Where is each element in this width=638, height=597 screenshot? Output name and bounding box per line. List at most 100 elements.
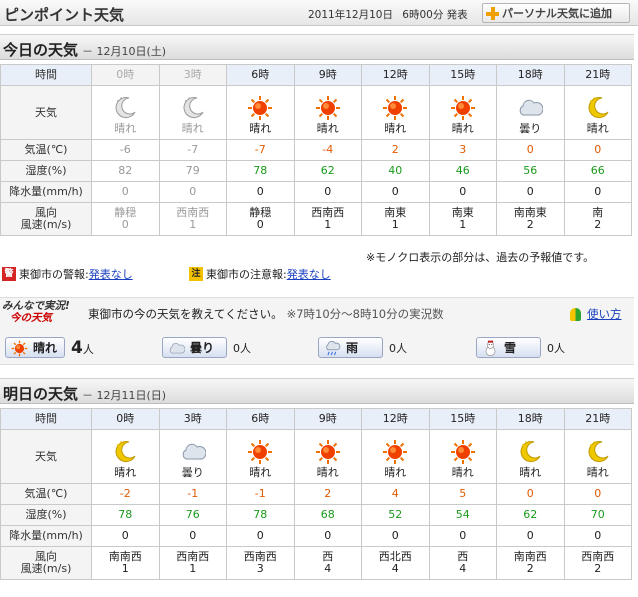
- weather-text: 曇り: [181, 465, 204, 479]
- humidity-value: 70: [590, 508, 605, 521]
- tomorrow-humidity-cell: 68: [293, 504, 362, 526]
- today-humidity-cell: 46: [428, 160, 497, 182]
- humidity-value: 78: [118, 508, 133, 521]
- today-rain-cell: 0: [158, 181, 227, 203]
- tomorrow-humidity-cell: 76: [158, 504, 227, 526]
- today-temp-cell: 0: [563, 139, 632, 161]
- issued-date: 2011年12月10日: [308, 9, 393, 21]
- wind-speed: 2: [594, 562, 602, 575]
- tomorrow-row-rain: 降水量(mm/h) 0 0 0 0 0 0 0 0: [0, 525, 632, 547]
- live-report-prompt: 東御市の今の天気を教えてください。 ※7時10分～8時10分の実況数: [88, 306, 444, 322]
- temp-value: -4: [322, 143, 334, 156]
- today-rain-cell: 0: [293, 181, 362, 203]
- tomorrow-temp-cell: -1: [226, 483, 295, 505]
- today-row-hours: 時間 0時 3時 6時 9時 12時 15時 18時 21時: [0, 64, 632, 86]
- vote-cloudy: 曇り 0人: [162, 337, 251, 358]
- sun-icon: [315, 439, 341, 465]
- weather-text: 晴れ: [181, 121, 204, 135]
- today-wind-cell: 西南西 1: [158, 202, 227, 236]
- today-rain-cell: 0: [428, 181, 497, 203]
- tomorrow-wind-cell: 西南西 1: [158, 546, 227, 580]
- tomorrow-wind-cell: 西4: [428, 546, 497, 580]
- weather-text: 晴れ: [586, 121, 609, 135]
- today-weather-cell: 晴れ: [563, 85, 632, 140]
- tomorrow-row-hum: 湿度(%) 78 76 78 68 52 54 62 70: [0, 504, 632, 526]
- today-rain-cell: 0: [496, 181, 565, 203]
- issued-time: 2011年12月10日 6時00分 発表: [308, 7, 474, 22]
- moon-icon: [180, 95, 206, 121]
- today-weather-cell: 晴れ: [226, 85, 295, 140]
- tomorrow-humidity-cell: 62: [496, 504, 565, 526]
- weather-text: 晴れ: [249, 121, 272, 135]
- tomorrow-weather-cell: 曇り: [158, 429, 227, 484]
- weather-text: 晴れ: [114, 465, 137, 479]
- add-personal-weather-button[interactable]: パーソナル天気に追加: [482, 3, 630, 23]
- label-wind-speed: 風速(m/s): [20, 562, 72, 575]
- advisory-link[interactable]: 発表なし: [287, 266, 331, 282]
- today-wind-cell: 静穏 0: [226, 202, 295, 236]
- vote-rain: 雨 0人: [318, 337, 407, 358]
- wind-speed: 4: [459, 562, 467, 575]
- tomorrow-hour-cell: 18時: [496, 408, 565, 430]
- humidity-value: 66: [590, 164, 605, 177]
- sun-icon: [450, 439, 476, 465]
- today-hour-cell: 9時: [293, 64, 362, 86]
- moon-icon: [112, 439, 138, 465]
- tomorrow-row-hours: 時間 0時 3時 6時 9時 12時 15時 18時 21時: [0, 408, 632, 430]
- weather-text: 晴れ: [586, 465, 609, 479]
- vote-sunny: 晴れ 4人: [5, 337, 94, 358]
- temp-value: 0: [526, 487, 534, 500]
- vote-rain-button[interactable]: 雨: [318, 337, 383, 358]
- tomorrow-label-hum: 湿度(%): [0, 504, 92, 526]
- weather-text: 晴れ: [384, 465, 407, 479]
- humidity-value: 78: [253, 164, 268, 177]
- moon-icon: [517, 439, 543, 465]
- today-rain-cell: 0: [361, 181, 430, 203]
- tomorrow-wind-cell: 南南西 2: [496, 546, 565, 580]
- moon-icon: [112, 95, 138, 121]
- add-personal-weather-label: パーソナル天気に追加: [502, 7, 612, 20]
- tomorrow-rain-cell: 0: [91, 525, 160, 547]
- tomorrow-weather-cell: 晴れ: [91, 429, 160, 484]
- tomorrow-hour-cell: 12時: [361, 408, 430, 430]
- temp-value: -7: [254, 143, 266, 156]
- temp-value: 0: [594, 143, 602, 156]
- tomorrow-temp-cell: 0: [563, 483, 632, 505]
- wind-speed: 3: [256, 562, 264, 575]
- tomorrow-humidity-cell: 78: [91, 504, 160, 526]
- tomorrow-temp-cell: -1: [158, 483, 227, 505]
- sun-icon: [382, 95, 408, 121]
- temp-value: 5: [459, 487, 467, 500]
- howto-link[interactable]: 使い方: [587, 306, 622, 322]
- today-hour-cell: 0時: [91, 64, 160, 86]
- tomorrow-wind-cell: 南南西 1: [91, 546, 160, 580]
- warning-row: 警 東御市の警報: 発表なし: [2, 266, 133, 282]
- today-rain-cell: 0: [91, 181, 160, 203]
- vote-snow-button[interactable]: 雪: [476, 337, 541, 358]
- warning-label: 東御市の警報:: [19, 268, 89, 281]
- page-title: ピンポイント天気: [4, 6, 125, 24]
- cloud-icon: [517, 95, 544, 121]
- humidity-value: 68: [320, 508, 335, 521]
- weather-text: 曇り: [519, 121, 542, 135]
- vote-cloudy-button[interactable]: 曇り: [162, 337, 227, 358]
- today-weather-cell: 晴れ: [361, 85, 430, 140]
- temp-value: 0: [526, 143, 534, 156]
- sun-icon: [247, 439, 273, 465]
- today-hour-cell: 18時: [496, 64, 565, 86]
- tomorrow-humidity-cell: 54: [428, 504, 497, 526]
- temp-value: 2: [391, 143, 399, 156]
- warning-link[interactable]: 発表なし: [89, 266, 133, 282]
- tomorrow-label-wind: 風向 風速(m/s): [0, 546, 92, 580]
- today-temp-cell: 3: [428, 139, 497, 161]
- today-weather-cell: 晴れ: [91, 85, 160, 140]
- wind-speed: 0: [121, 218, 129, 231]
- humidity-value: 82: [118, 164, 133, 177]
- temp-value: -2: [119, 487, 131, 500]
- tomorrow-weather-cell: 晴れ: [226, 429, 295, 484]
- today-row-weather: 天気 晴れ 晴れ 晴れ 晴れ 晴れ 晴れ 曇り 晴れ: [0, 85, 632, 140]
- advisory-row: 注 東御市の注意報: 発表なし: [189, 266, 331, 282]
- vote-sunny-button[interactable]: 晴れ: [5, 337, 65, 358]
- vote-snow: 雪 0人: [476, 337, 565, 358]
- tomorrow-date: － 12月11日(日): [82, 389, 167, 402]
